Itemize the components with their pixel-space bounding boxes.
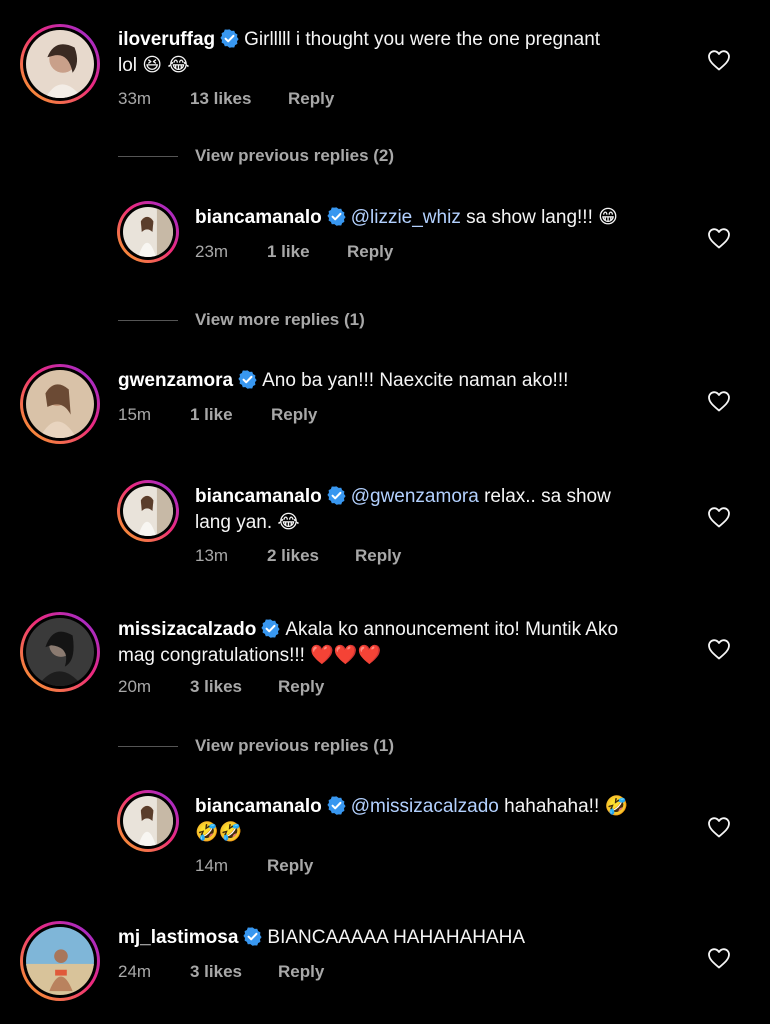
comment-text: hahahaha!! 🤣 [504,796,629,817]
username[interactable]: biancamanalo [195,486,322,507]
divider-line [118,156,178,157]
username[interactable]: missizacalzado [118,619,256,640]
verified-badge-icon [326,485,347,506]
comment-text: BIANCAAAAA HAHAHAHAHA [267,927,526,948]
likes-count[interactable]: 1 like [267,242,310,262]
heart-icon[interactable] [707,506,731,528]
likes-count[interactable]: 13 likes [190,89,251,109]
username[interactable]: biancamanalo [195,207,322,228]
comment-time: 24m [118,962,152,981]
avatar[interactable] [20,921,100,1001]
heart-icon[interactable] [707,227,731,249]
avatar[interactable] [20,24,100,104]
reply-button[interactable]: Reply [278,962,324,982]
comment-time: 20m [118,677,152,696]
mention-link[interactable]: @missizacalzado [351,796,499,817]
heart-icon[interactable] [707,390,731,412]
username[interactable]: biancamanalo [195,796,322,817]
username[interactable]: mj_lastimosa [118,927,238,948]
likes-count[interactable]: 1 like [190,405,233,425]
reply-button[interactable]: Reply [267,856,313,876]
reply-button[interactable]: Reply [355,546,401,566]
heart-icon[interactable] [707,49,731,71]
heart-icon[interactable] [707,947,731,969]
comment-time: 13m [195,546,229,565]
reply-button[interactable]: Reply [271,405,317,425]
view-previous-replies-button[interactable]: View previous replies (1) [195,736,394,756]
comment-time: 23m [195,242,229,261]
username[interactable]: iloveruffag [118,29,215,50]
avatar[interactable] [20,364,100,444]
divider-line [118,746,178,747]
comment-text-2: 🤣🤣 [195,822,243,843]
mention-link[interactable]: @lizzie_whiz [351,207,461,228]
comment-time: 15m [118,405,152,424]
comment-text: Akala ko announcement ito! Muntik Ako [285,619,619,640]
heart-icon[interactable] [707,816,731,838]
reply-button[interactable]: Reply [288,89,334,109]
verified-badge-icon [326,206,347,227]
verified-badge-icon [260,618,281,639]
comment-text: relax.. sa show [484,486,611,507]
mention-link[interactable]: @gwenzamora [351,486,479,507]
reply-button[interactable]: Reply [347,242,393,262]
verified-badge-icon [242,926,263,947]
comment-text-2: lang yan. 😂 [195,512,300,533]
comment-text: Girlllll i thought you were the one preg… [244,29,601,50]
username[interactable]: gwenzamora [118,370,233,391]
reply-button[interactable]: Reply [278,677,324,697]
comment-text: Ano ba yan!!! Naexcite naman ako!!! [262,370,569,391]
verified-badge-icon [326,795,347,816]
avatar[interactable] [20,612,100,692]
avatar[interactable] [117,201,179,263]
likes-count[interactable]: 3 likes [190,962,242,982]
avatar[interactable] [117,480,179,542]
comment-text-2: mag congratulations!!! ❤️❤️❤️ [118,645,382,666]
divider-line [118,320,178,321]
view-previous-replies-button[interactable]: View previous replies (2) [195,146,394,166]
comment-text-2: lol 😆 😂 [118,55,190,76]
likes-count[interactable]: 2 likes [267,546,319,566]
verified-badge-icon [237,369,258,390]
view-more-replies-button[interactable]: View more replies (1) [195,310,365,330]
comment-time: 33m [118,89,152,108]
heart-icon[interactable] [707,638,731,660]
verified-badge-icon [219,28,240,49]
comment-time: 14m [195,856,229,875]
comment-text: sa show lang!!! 😁 [466,207,618,228]
avatar[interactable] [117,790,179,852]
likes-count[interactable]: 3 likes [190,677,242,697]
